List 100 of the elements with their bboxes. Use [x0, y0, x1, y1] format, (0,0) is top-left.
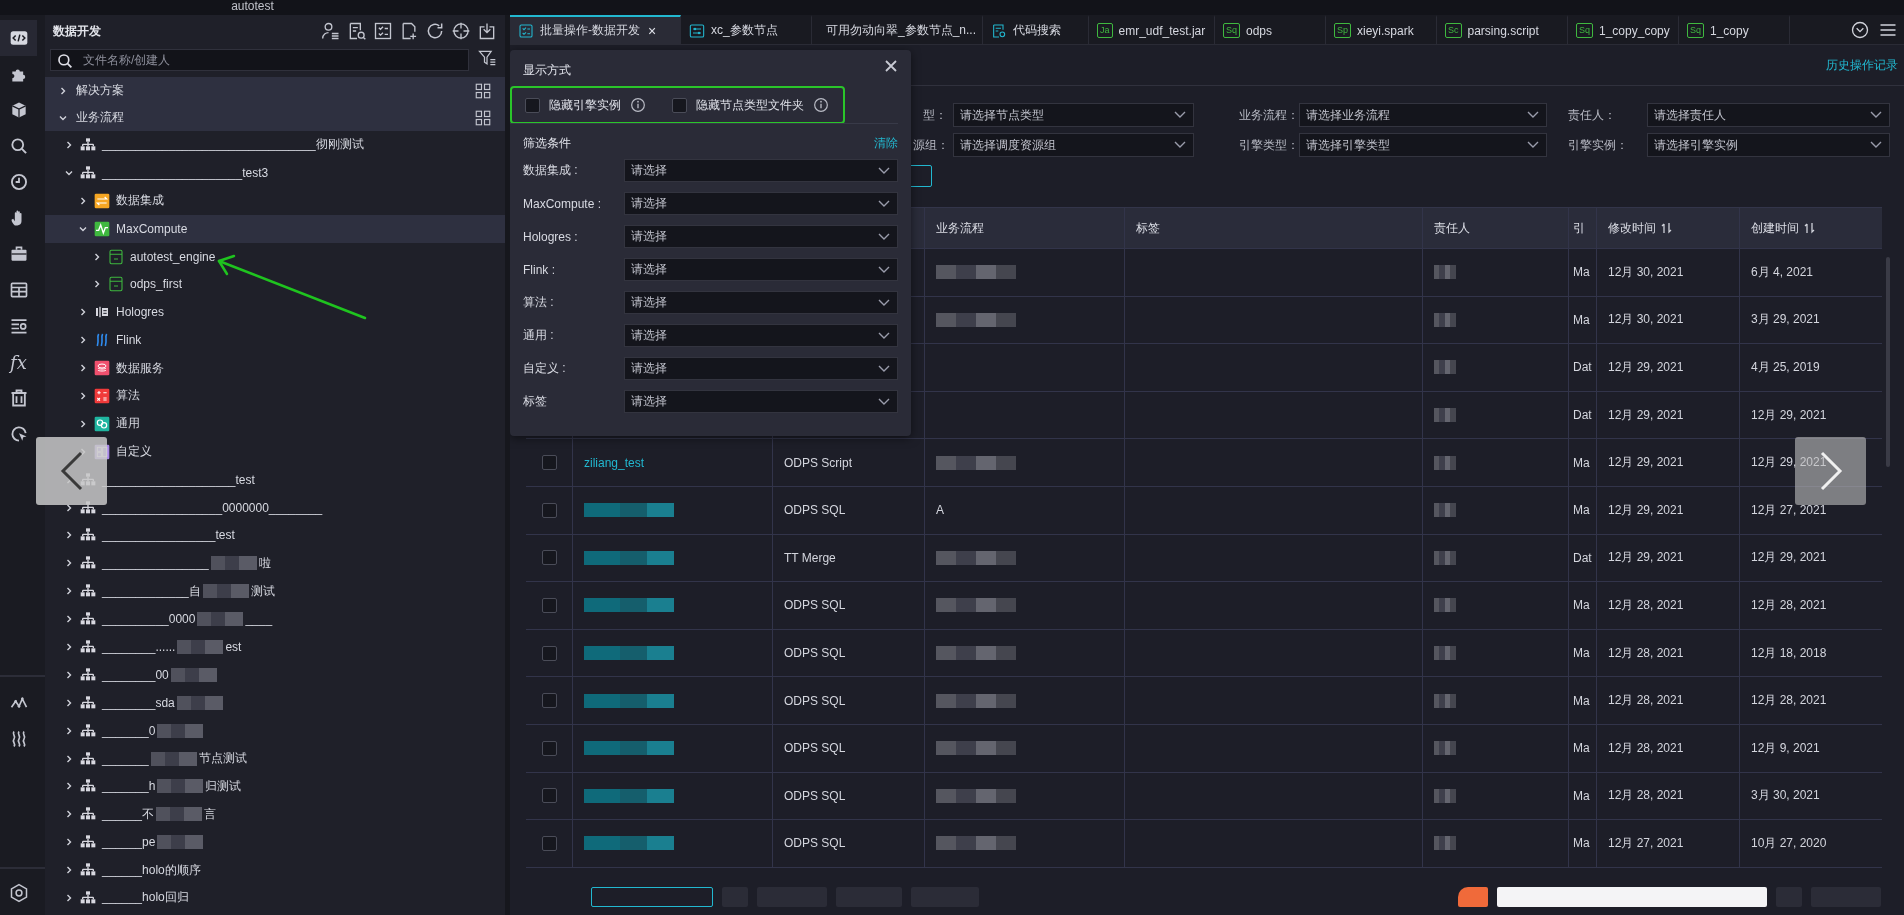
pagination-button[interactable]: [591, 886, 713, 907]
tree-item[interactable]: 通用: [45, 409, 505, 438]
tab[interactable]: 批量操作-数据开发 ×: [510, 15, 681, 44]
checkbox[interactable]: [541, 835, 557, 851]
dropdown[interactable]: 请选择引擎实例: [1647, 133, 1890, 157]
tree-item[interactable]: _____________自 测试: [45, 577, 505, 606]
pagination-button[interactable]: [1458, 886, 1488, 907]
page-input[interactable]: [1497, 886, 1767, 907]
tree-item[interactable]: odps_first: [45, 270, 505, 299]
tree-item[interactable]: autotest_engine: [45, 242, 505, 271]
tab[interactable]: 可用勿动向翠_参数节点_n...: [812, 15, 983, 44]
import-icon[interactable]: [477, 21, 497, 41]
tree-item[interactable]: __________0000 ____: [45, 605, 505, 634]
dropdown[interactable]: 请选择: [624, 357, 898, 380]
dropdown[interactable]: 请选择节点类型: [953, 103, 1194, 127]
section-header[interactable]: 解决方案: [45, 77, 505, 104]
field-label: Hologres :: [523, 229, 579, 244]
checkbox[interactable]: [541, 645, 557, 661]
tree-item[interactable]: Hologres: [45, 298, 505, 327]
checkbox[interactable]: [541, 502, 557, 518]
tree-item[interactable]: ______holo回归: [45, 884, 505, 912]
dropdown[interactable]: 请选择业务流程: [1299, 103, 1547, 127]
search-field[interactable]: 文件名称/创建人: [50, 48, 469, 71]
tree-item[interactable]: 算法: [45, 382, 505, 410]
tab[interactable]: Sp xieyi.spark: [1326, 15, 1437, 44]
checkbox[interactable]: [541, 740, 557, 756]
field-label: Flink :: [523, 262, 556, 277]
tree-item[interactable]: _________________test: [45, 521, 505, 550]
tree-item[interactable]: _______0: [45, 716, 505, 745]
history-link[interactable]: 历史操作记录: [1826, 56, 1898, 74]
checkbox[interactable]: [541, 597, 557, 613]
tree-item[interactable]: _______ 节点测试: [45, 744, 505, 773]
tree-item[interactable]: ______pe: [45, 828, 505, 857]
document-search-icon[interactable]: [347, 21, 367, 41]
dropdown[interactable]: 请选择责任人: [1647, 103, 1890, 127]
tab[interactable]: Sq odps: [1215, 15, 1326, 44]
close-button[interactable]: ×: [648, 22, 657, 39]
rail-button[interactable]: [0, 20, 37, 56]
redacted-block: [150, 751, 197, 766]
tree-item[interactable]: ________sda: [45, 688, 505, 717]
tree-item[interactable]: ______holo的顺序: [45, 856, 505, 885]
column-header[interactable]: 修改时间: [1597, 208, 1740, 248]
table-cell: 12月 28, 2021: [1608, 739, 1684, 757]
dropdown[interactable]: 请选择: [624, 225, 898, 248]
dropdown[interactable]: 请选择引擎类型: [1299, 133, 1547, 157]
dropdown[interactable]: 请选择: [624, 258, 898, 281]
rail-button[interactable]: fx: [0, 344, 37, 380]
checkbox[interactable]: [541, 550, 557, 566]
clear-link[interactable]: 清除: [874, 134, 898, 152]
tab[interactable]: Sc parsing.script: [1437, 15, 1568, 44]
tree-item[interactable]: ______不 言: [45, 800, 505, 829]
tab[interactable]: 代码搜索: [983, 15, 1089, 44]
dropdown[interactable]: 请选择: [624, 159, 898, 182]
tree-item[interactable]: ________________________________彻刚测试: [45, 131, 505, 159]
person-list-icon[interactable]: [321, 21, 341, 41]
tree-item[interactable]: MaxCompute: [45, 214, 505, 243]
tree-item[interactable]: ________...... est: [45, 633, 505, 661]
tree-label: ________00: [102, 667, 169, 682]
dropdown[interactable]: 请选择: [624, 192, 898, 215]
checkbox[interactable]: [541, 455, 557, 471]
table-cell: 12月 29, 2021: [1608, 454, 1684, 472]
dropdown[interactable]: 请选择: [624, 390, 898, 413]
refresh-icon[interactable]: [425, 21, 445, 41]
section-header[interactable]: 业务流程: [45, 104, 505, 131]
tree-item[interactable]: _____________________test3: [45, 158, 505, 187]
tab-label: 代码搜索: [1013, 22, 1061, 39]
table-cell: 3月 30, 2021: [1751, 787, 1820, 805]
target-icon[interactable]: [451, 21, 471, 41]
tree-item[interactable]: Flink: [45, 326, 505, 355]
tab[interactable]: xc_参数节点: [681, 15, 812, 44]
close-icon[interactable]: [884, 59, 898, 73]
workflow-icon: [80, 890, 96, 906]
tree-item[interactable]: 数据集成: [45, 186, 505, 215]
table-cell: ODPS SQL: [784, 598, 846, 613]
column-header[interactable]: 创建时间: [1740, 208, 1882, 248]
chevron-circle-icon[interactable]: [1850, 19, 1870, 40]
tab[interactable]: Ja emr_udf_test.jar: [1089, 15, 1215, 44]
table-cell: 4月 25, 2019: [1751, 359, 1820, 376]
tab[interactable]: Sq 1_copy: [1679, 15, 1790, 44]
checkbox[interactable]: [525, 97, 540, 113]
dropdown[interactable]: 请选择: [624, 324, 898, 347]
table-cell: 12月 28, 2021: [1608, 596, 1684, 614]
tree-item[interactable]: ________________ 啦: [45, 549, 505, 578]
checkbox[interactable]: [541, 788, 557, 804]
dropdown[interactable]: 请选择: [624, 291, 898, 314]
redacted-block: [1434, 836, 1456, 851]
next-page-overlay[interactable]: [1795, 437, 1866, 505]
tree-item[interactable]: 数据服务: [45, 354, 505, 382]
checklist-icon[interactable]: [373, 21, 393, 41]
filter-icon[interactable]: [477, 48, 497, 68]
dropdown[interactable]: 请选择调度资源组: [953, 133, 1194, 157]
streams-icon: [94, 332, 110, 349]
tree-item[interactable]: _______h 归测试: [45, 772, 505, 801]
checkbox[interactable]: [541, 693, 557, 709]
tab-label: emr_udf_test.jar: [1118, 23, 1206, 38]
node-link[interactable]: ziliang_test: [584, 455, 645, 470]
checkbox[interactable]: [672, 97, 687, 113]
tab[interactable]: Sq 1_copy_copy: [1568, 15, 1679, 44]
tree-item[interactable]: ________00: [45, 660, 505, 689]
table-cell: 12月 9, 2021: [1751, 739, 1820, 757]
